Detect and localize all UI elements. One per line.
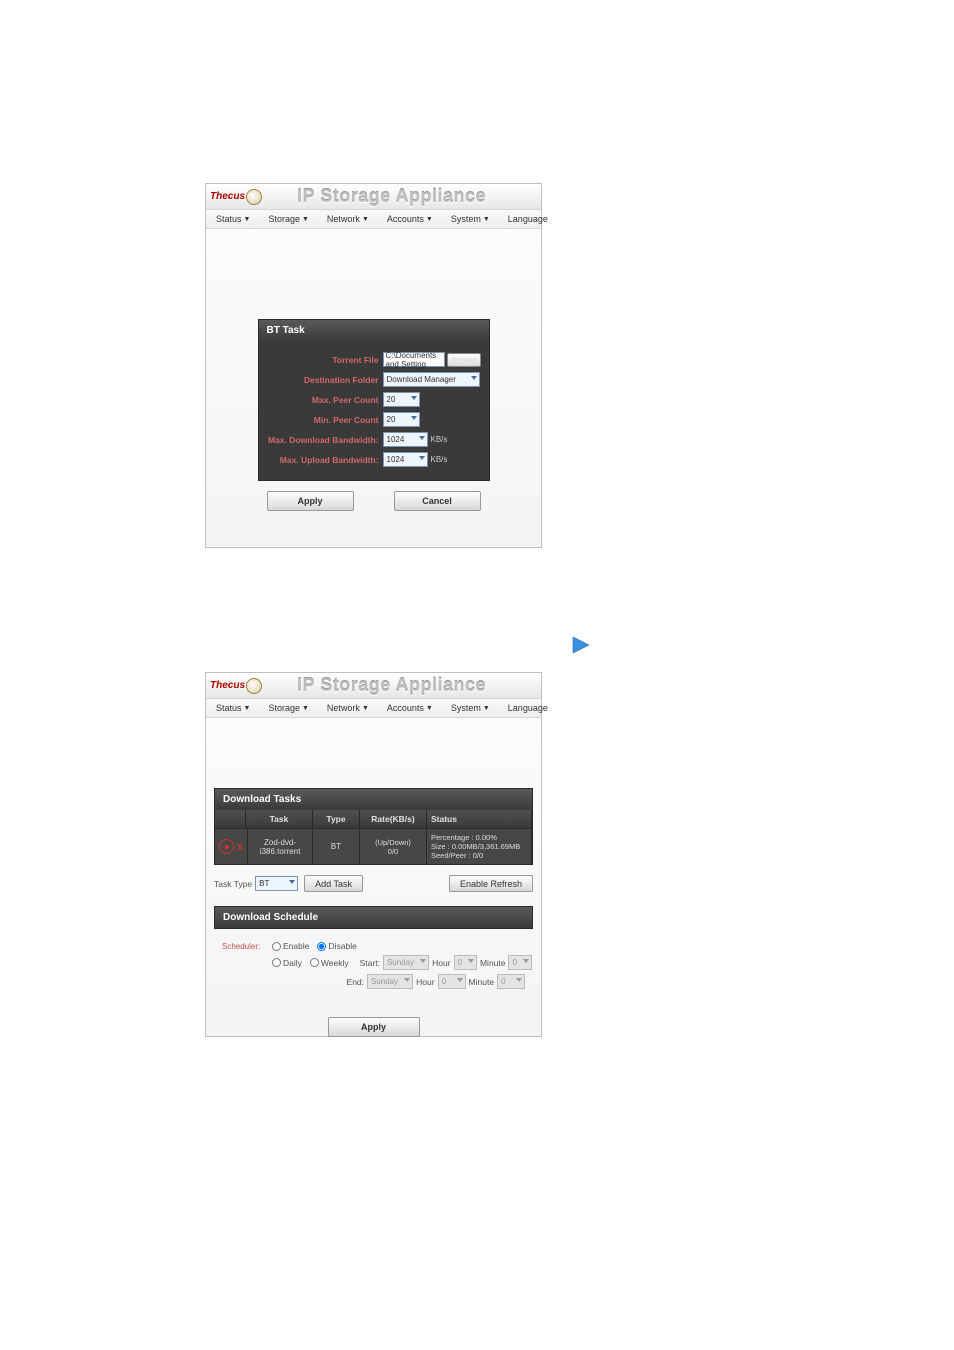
label-scheduler: Scheduler: — [222, 942, 272, 951]
brand-globe-icon — [246, 678, 262, 694]
download-schedule-panel: Download Schedule — [214, 906, 533, 929]
app-header: Thecus IP Storage Appliance — [206, 184, 541, 209]
end-min-select[interactable]: 0 — [497, 974, 525, 989]
label-minute: Minute — [480, 958, 506, 968]
col-status: Status — [427, 810, 532, 828]
col-rate: Rate(KB/s) — [360, 810, 427, 828]
bt-task-panel: BT Task Torrent File C:\Documents and Se… — [258, 319, 490, 481]
menu-system[interactable]: System▼ — [451, 703, 490, 713]
task-name: Zod-dvd-i386.torrent — [248, 829, 313, 864]
col-icon — [215, 810, 246, 828]
app-title: IP Storage Appliance — [297, 186, 486, 207]
apply-schedule-button[interactable]: Apply — [328, 1017, 420, 1037]
label-dest-folder: Destination Folder — [267, 375, 383, 385]
menu-network[interactable]: Network▼ — [327, 214, 369, 224]
label-end: End: — [347, 977, 365, 987]
label-hour: Hour — [416, 977, 434, 987]
radio-daily[interactable]: Daily — [272, 958, 302, 968]
col-type: Type — [313, 810, 360, 828]
chevron-down-icon: ▼ — [426, 216, 433, 223]
brand-text: Thecus — [210, 680, 245, 691]
table-row: x Zod-dvd-i386.torrent BT (Up/Down) 0/0 … — [215, 828, 532, 864]
end-day-select[interactable]: Sunday — [367, 974, 413, 989]
chevron-down-icon: ▼ — [244, 705, 251, 712]
chevron-down-icon: ▼ — [483, 216, 490, 223]
tasks-control-row: Task Type BT Add Task Enable Refresh — [214, 875, 533, 892]
label-minute: Minute — [469, 977, 495, 987]
max-peer-select[interactable]: 20 — [383, 392, 420, 407]
radio-disable[interactable]: Disable — [317, 941, 356, 951]
max-down-bw-select[interactable]: 1024 — [383, 432, 428, 447]
main-menu: Status▼ Storage▼ Network▼ Accounts▼ Syst… — [206, 209, 541, 229]
start-hour-select[interactable]: 0 — [454, 955, 477, 970]
brand-logo: Thecus — [210, 189, 262, 205]
download-schedule-title: Download Schedule — [215, 907, 532, 928]
start-day-select[interactable]: Sunday — [383, 955, 429, 970]
cancel-button[interactable]: Cancel — [394, 491, 481, 511]
menu-status[interactable]: Status▼ — [216, 703, 250, 713]
download-tasks-panel: Download Tasks Task Type Rate(KB/s) Stat… — [214, 788, 533, 865]
brand-logo: Thecus — [210, 678, 262, 694]
tasks-table-header: Task Type Rate(KB/s) Status — [215, 810, 532, 828]
chevron-down-icon: ▼ — [483, 705, 490, 712]
menu-language[interactable]: Language — [508, 703, 548, 713]
label-min-peer: Min. Peer Count — [267, 415, 383, 425]
end-hour-select[interactable]: 0 — [438, 974, 466, 989]
chevron-down-icon: ▼ — [362, 216, 369, 223]
menu-language[interactable]: Language — [508, 214, 548, 224]
task-type: BT — [313, 829, 360, 864]
start-min-select[interactable]: 0 — [508, 955, 531, 970]
menu-network[interactable]: Network▼ — [327, 703, 369, 713]
label-hour: Hour — [432, 958, 450, 968]
dest-folder-select[interactable]: Download Manager — [383, 372, 480, 387]
chevron-down-icon: ▼ — [302, 216, 309, 223]
task-status: Percentage : 0.00% Size : 0.00MB/3,361.6… — [427, 829, 532, 864]
menu-storage[interactable]: Storage▼ — [268, 214, 308, 224]
menu-storage[interactable]: Storage▼ — [268, 703, 308, 713]
apply-button[interactable]: Apply — [267, 491, 354, 511]
enable-refresh-button[interactable]: Enable Refresh — [449, 875, 533, 892]
menu-accounts[interactable]: Accounts▼ — [387, 703, 433, 713]
max-up-bw-select[interactable]: 1024 — [383, 452, 428, 467]
task-rate: (Up/Down) 0/0 — [360, 829, 427, 864]
add-task-button[interactable]: Add Task — [304, 875, 363, 892]
min-peer-select[interactable]: 20 — [383, 412, 420, 427]
label-max-up-bw: Max. Upload Bandwidth: — [267, 455, 383, 465]
cancel-task-icon[interactable]: x — [237, 841, 243, 853]
app-header: Thecus IP Storage Appliance — [206, 673, 541, 698]
menu-accounts[interactable]: Accounts▼ — [387, 214, 433, 224]
main-menu: Status▼ Storage▼ Network▼ Accounts▼ Syst… — [206, 698, 541, 718]
screenshot-download-tasks: Thecus IP Storage Appliance Status▼ Stor… — [205, 672, 542, 1037]
menu-status[interactable]: Status▼ — [216, 214, 250, 224]
radio-enable[interactable]: Enable — [272, 941, 309, 951]
menu-system[interactable]: System▼ — [451, 214, 490, 224]
label-max-down-bw: Max. Download Bandwidth: — [267, 435, 383, 445]
app-title: IP Storage Appliance — [297, 675, 486, 696]
play-arrow-icon — [570, 634, 592, 659]
unit-kbps: KB/s — [431, 435, 448, 444]
chevron-down-icon: ▼ — [362, 705, 369, 712]
torrent-file-input[interactable]: C:\Documents and Setting — [383, 352, 446, 367]
unit-kbps: KB/s — [431, 455, 448, 464]
brand-globe-icon — [246, 189, 262, 205]
label-start: Start: — [360, 958, 380, 968]
chevron-down-icon: ▼ — [244, 216, 251, 223]
download-tasks-title: Download Tasks — [215, 789, 532, 810]
task-type-select[interactable]: BT — [255, 876, 298, 891]
radio-weekly[interactable]: Weekly — [310, 958, 349, 968]
screenshot-bt-task: Thecus IP Storage Appliance Status▼ Stor… — [205, 183, 542, 548]
start-task-icon[interactable] — [219, 839, 234, 854]
bt-task-title: BT Task — [259, 320, 489, 341]
chevron-down-icon: ▼ — [426, 705, 433, 712]
brand-text: Thecus — [210, 191, 245, 202]
chevron-down-icon: ▼ — [302, 705, 309, 712]
browse-button[interactable]: Browse — [447, 353, 480, 367]
label-torrent-file: Torrent File — [267, 355, 383, 365]
label-max-peer: Max. Peer Count — [267, 395, 383, 405]
label-task-type: Task Type — [214, 879, 252, 889]
col-task: Task — [246, 810, 313, 828]
